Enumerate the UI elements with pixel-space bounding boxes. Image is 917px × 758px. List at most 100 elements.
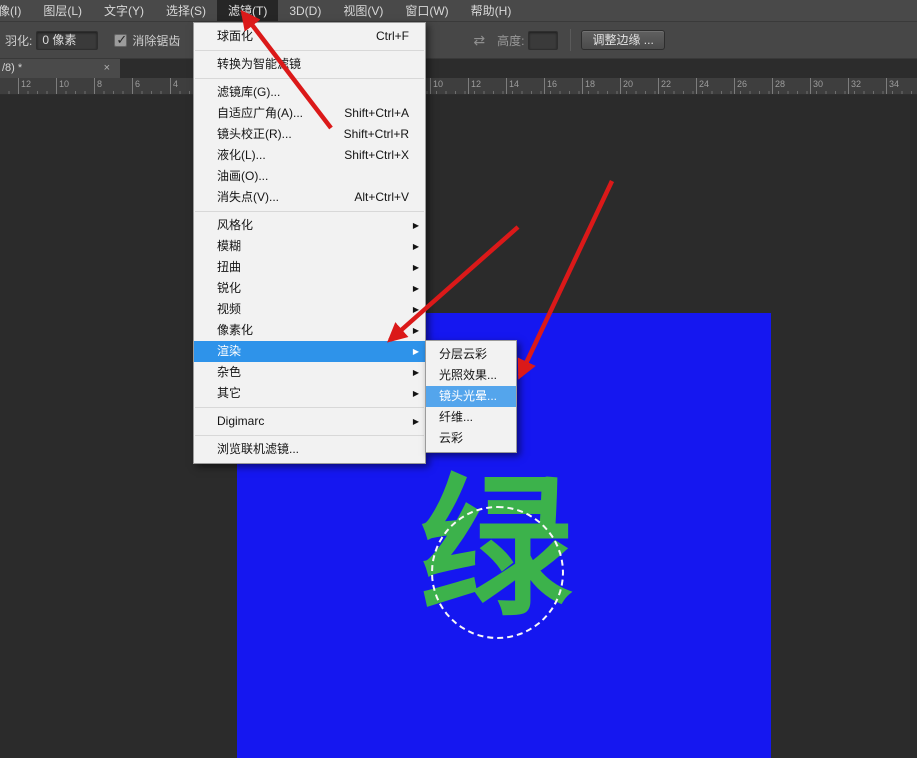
filter-menu-item[interactable]: 镜头校正(R)...Shift+Ctrl+R [194, 124, 425, 145]
render-submenu-item[interactable]: 云彩 [426, 428, 516, 449]
swap-dimensions-icon: ⇄ [473, 32, 485, 49]
ruler-label: 16 [547, 79, 557, 89]
menubar-item[interactable]: 图层(L) [32, 0, 93, 22]
ruler-label: 12 [21, 79, 31, 89]
menubar-item[interactable]: 选择(S) [155, 0, 217, 22]
menubar-item[interactable]: 像(I) [0, 0, 32, 22]
ruler-major-tick [430, 78, 431, 94]
menu-item-shortcut: Ctrl+F [376, 26, 409, 47]
submenu-arrow-icon: ▶ [413, 215, 419, 236]
submenu-arrow-icon: ▶ [413, 362, 419, 383]
menu-item-label: 镜头校正(R)... [217, 127, 292, 141]
refine-edge-button[interactable]: 调整边缘 ... [581, 30, 664, 50]
filter-menu-item[interactable]: 液化(L)... Shift+Ctrl+X [194, 145, 425, 166]
menubar-item[interactable]: 滤镜(T) [217, 0, 278, 22]
document-tab[interactable]: /8) * × [0, 59, 120, 78]
feather-input[interactable]: 0 像素 [36, 31, 98, 50]
ruler-major-tick [734, 78, 735, 94]
filter-menu-item[interactable]: 油画(O)... [194, 166, 425, 187]
ruler-major-tick [810, 78, 811, 94]
horizontal-ruler[interactable]: 121086410121416182022242628303234 [0, 78, 917, 95]
render-submenu-item[interactable]: 光照效果... [426, 365, 516, 386]
ruler-label: 10 [59, 79, 69, 89]
filter-menu-item[interactable]: 模糊 ▶ [194, 236, 425, 257]
antialias-checkbox[interactable]: ✓ [114, 34, 127, 47]
filter-menu-item[interactable]: 风格化▶ [194, 215, 425, 236]
menu-item-shortcut: Shift+Ctrl+X [344, 145, 409, 166]
filter-menu-item[interactable]: Digimarc▶ [194, 411, 425, 432]
ruler-major-tick [886, 78, 887, 94]
close-tab-icon[interactable]: × [104, 59, 110, 78]
filter-menu-item[interactable]: 视频▶ [194, 299, 425, 320]
filter-menu-item[interactable]: 渲染 ▶ [194, 341, 425, 362]
menu-separator [195, 211, 424, 212]
filter-menu-item[interactable]: 浏览联机滤镜... [194, 439, 425, 460]
filter-menu-item[interactable]: 自适应广角(A)...Shift+Ctrl+A [194, 103, 425, 124]
ruler-major-tick [94, 78, 95, 94]
menu-item-label: 球面化 [217, 29, 253, 43]
ruler-label: 4 [173, 79, 178, 89]
marching-ants-selection[interactable] [431, 506, 564, 639]
filter-menu-item[interactable]: 其它 ▶ [194, 383, 425, 404]
menu-item-label: 液化(L)... [217, 148, 266, 162]
submenu-arrow-icon: ▶ [413, 236, 419, 257]
filter-menu-item[interactable]: 扭曲 ▶ [194, 257, 425, 278]
document-tab-label: /8) * [2, 62, 22, 74]
render-submenu-item[interactable]: 分层云彩 [426, 344, 516, 365]
menu-item-shortcut: Shift+Ctrl+A [344, 103, 409, 124]
menu-item-label: 像素化 [217, 323, 253, 337]
ruler-major-tick [772, 78, 773, 94]
menu-item-label: 扭曲 [217, 260, 241, 274]
submenu-arrow-icon: ▶ [413, 320, 419, 341]
height-input[interactable] [528, 31, 558, 50]
render-submenu-item[interactable]: 纤维... [426, 407, 516, 428]
ruler-label: 18 [585, 79, 595, 89]
render-submenu-item[interactable]: 镜头光晕... [426, 386, 516, 407]
antialias-label: 消除锯齿 [132, 32, 180, 49]
ruler-major-tick [56, 78, 57, 94]
submenu-arrow-icon: ▶ [413, 383, 419, 404]
filter-menu-item[interactable]: 球面化 Ctrl+F [194, 26, 425, 47]
ruler-label: 12 [471, 79, 481, 89]
ruler-label: 6 [135, 79, 140, 89]
menubar-item[interactable]: 窗口(W) [394, 0, 459, 22]
menubar-item[interactable]: 视图(V) [332, 0, 394, 22]
ruler-label: 34 [889, 79, 899, 89]
check-icon: ✓ [116, 32, 127, 48]
ruler-major-tick [582, 78, 583, 94]
ruler-label: 14 [509, 79, 519, 89]
height-label: 高度: [497, 32, 524, 49]
filter-menu-item[interactable]: 消失点(V)...Alt+Ctrl+V [194, 187, 425, 208]
filter-menu-item[interactable]: 转换为智能滤镜 [194, 54, 425, 75]
ruler-label: 30 [813, 79, 823, 89]
feather-label: 羽化: [5, 32, 32, 49]
ruler-label: 8 [97, 79, 102, 89]
menubar-item[interactable]: 3D(D) [278, 0, 332, 22]
ruler-major-tick [132, 78, 133, 94]
menubar-item[interactable]: 文字(Y) [93, 0, 155, 22]
ruler-major-tick [18, 78, 19, 94]
ruler-major-tick [658, 78, 659, 94]
menu-separator [195, 407, 424, 408]
filter-menu-item[interactable]: 滤镜库(G)... [194, 82, 425, 103]
ruler-major-tick [506, 78, 507, 94]
options-divider [570, 29, 571, 51]
menu-item-label: 模糊 [217, 239, 241, 253]
document-tab-bar: /8) * × [0, 59, 917, 78]
filter-menu-item[interactable]: 杂色 ▶ [194, 362, 425, 383]
ruler-label: 28 [775, 79, 785, 89]
menubar-item[interactable]: 帮助(H) [460, 0, 523, 22]
filter-menu-item[interactable]: 像素化 ▶ [194, 320, 425, 341]
menu-item-label: 其它 [217, 386, 241, 400]
submenu-arrow-icon: ▶ [413, 341, 419, 362]
submenu-arrow-icon: ▶ [413, 257, 419, 278]
filter-menu-item[interactable]: 锐化▶ [194, 278, 425, 299]
menu-item-label: 油画(O)... [217, 169, 268, 183]
ruler-major-tick [468, 78, 469, 94]
menu-item-label: 滤镜库(G)... [217, 85, 280, 99]
menu-item-label: 杂色 [217, 365, 241, 379]
ruler-label: 32 [851, 79, 861, 89]
menu-item-label: 渲染 [217, 344, 241, 358]
menu-item-label: 锐化 [217, 281, 241, 295]
ruler-major-tick [544, 78, 545, 94]
